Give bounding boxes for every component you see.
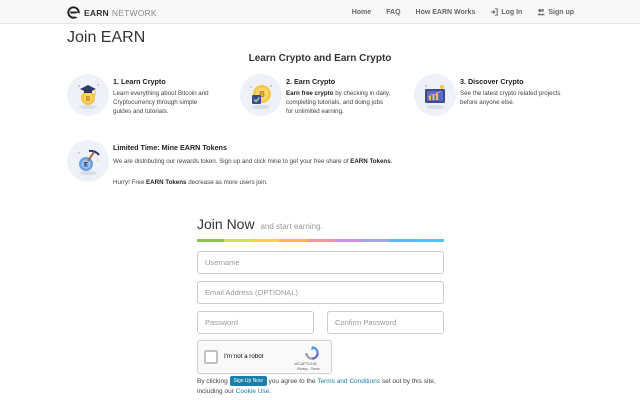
terms-line1: By clicking Sign Up Now you agree to the… <box>197 376 457 387</box>
terms-notice: By clicking Sign Up Now you agree to the… <box>197 376 457 397</box>
feature-discover-desc: See the latest crypto related projects b… <box>460 89 560 107</box>
feature-learn-desc: Learn everything about Bitcoin and Crypt… <box>113 89 209 116</box>
terms-mid: you agree to the <box>266 378 318 385</box>
terms-pre: By clicking <box>197 378 230 385</box>
feature-earn-desc-line2: completing tutorials, and doing jobs <box>286 99 383 106</box>
rainbow-segment <box>279 239 307 242</box>
feature-learn-desc-line2: Cryptocurrency through simple <box>113 99 198 106</box>
pickaxe-coin-icon: E <box>78 149 100 175</box>
feature-earn-desc-line1: Earn free crypto by checking in daily, <box>286 89 390 98</box>
rainbow-segment <box>224 239 252 242</box>
mine-line1-post: . <box>390 158 393 165</box>
terms-line2: including our Cookie Use. <box>197 387 457 397</box>
mine-line1-pre: We are distributing our rewards token. S… <box>113 158 351 165</box>
mine-line2: Hurry! Free EARN Tokens decrease as more… <box>113 179 268 186</box>
rainbow-segment <box>251 239 280 242</box>
nav-faq-label: FAQ <box>386 8 401 16</box>
feature-learn-crypto: B 1. Learn Crypto Learn everything about… <box>67 74 237 122</box>
mine-title: Limited Time: Mine EARN Tokens <box>113 143 227 152</box>
nav-signup-label: Sign up <box>548 8 574 16</box>
recaptcha-widget: I'm not a robot reCAPTCHA Privacy - Term… <box>197 340 332 374</box>
sign-up-now-button[interactable]: Sign Up Now <box>229 376 267 386</box>
feature-discover-desc-line2: before anyone else. <box>460 99 515 106</box>
earn-logo-icon <box>67 6 80 19</box>
chart-monitor-icon <box>425 85 445 109</box>
terms-line2-pre: including our <box>197 388 236 395</box>
join-heading-text: Join Now <box>197 216 255 232</box>
login-icon <box>491 8 499 16</box>
cookie-use-link[interactable]: Cookie Use <box>236 388 270 395</box>
feature-earn-desc-line1-rest: by checking in daily, <box>333 90 391 97</box>
svg-text:E: E <box>84 161 88 169</box>
users-icon <box>537 8 546 16</box>
feature-discover-desc-line1: See the latest crypto related projects <box>460 90 561 97</box>
join-subheading: and start earning. <box>260 222 323 231</box>
nav-home-label: Home <box>351 8 372 16</box>
graduate-coin-icon: B <box>78 84 99 109</box>
nav-home-link[interactable]: Home <box>352 9 371 16</box>
mine-line1-bold: EARN Tokens <box>350 158 391 165</box>
top-navbar: EARN NETWORK Home FAQ How EARN Works Log… <box>0 0 640 24</box>
feature-earn-desc: Earn free crypto by checking in daily, c… <box>286 89 390 116</box>
recaptcha-checkbox[interactable] <box>204 350 218 364</box>
feature-earn-title: 2. Earn Crypto <box>286 77 336 86</box>
rainbow-segment <box>306 239 335 242</box>
email-input[interactable] <box>197 281 444 304</box>
mine-earn-tokens: E Limited Time: Mine EARN Tokens We are … <box>67 140 467 190</box>
feature-discover-icon-wrap <box>414 74 456 116</box>
recaptcha-label: I'm not a robot <box>224 353 264 360</box>
rainbow-segment <box>361 239 390 242</box>
recaptcha-terms[interactable]: Privacy - Terms <box>297 367 320 371</box>
terms-and-conditions-link[interactable]: Terms and Conditions <box>317 378 380 385</box>
feature-discover-crypto: 3. Discover Crypto See the latest crypto… <box>414 74 584 122</box>
confirm-password-input[interactable] <box>327 311 444 334</box>
coin-checkbox-icon: B <box>250 85 272 109</box>
brand-name-earn: EARN <box>84 7 109 18</box>
nav-signup-link[interactable]: Sign up <box>537 8 574 16</box>
recaptcha-logo-icon <box>305 346 319 360</box>
rainbow-segment <box>197 239 225 242</box>
feature-learn-desc-line3: guides and tutorials. <box>113 108 169 115</box>
section-heading: Learn Crypto and Earn Crypto <box>248 53 392 64</box>
feature-earn-desc-line3: for unlimited earning. <box>286 108 344 115</box>
mine-line1: We are distributing our rewards token. S… <box>113 158 392 165</box>
nav-faq-link[interactable]: FAQ <box>386 9 400 16</box>
feature-learn-desc-line1: Learn everything about Bitcoin and <box>113 90 209 97</box>
nav-how-label: How EARN Works <box>415 8 476 16</box>
join-heading: Join Now and start earning. <box>197 216 323 232</box>
page-title: Join EARN <box>67 29 146 46</box>
username-input[interactable] <box>197 251 444 274</box>
rainbow-segment <box>334 239 362 242</box>
feature-earn-crypto: B 2. Earn Crypto Earn free crypto by che… <box>240 74 410 122</box>
rainbow-segment <box>416 239 444 242</box>
password-input[interactable] <box>197 311 314 334</box>
terms-line2-post: . <box>269 388 272 395</box>
mine-icon-wrap: E <box>67 140 109 182</box>
rainbow-divider <box>197 239 444 242</box>
feature-earn-desc-bold: Earn free crypto <box>286 90 334 97</box>
brand-name-network: NETWORK <box>111 7 157 18</box>
terms-post: set out by this site, <box>380 378 436 385</box>
brand-logo-link[interactable]: EARN NETWORK <box>67 6 157 19</box>
nav-links: Home FAQ How EARN Works Log In Sign up <box>337 0 574 24</box>
nav-how-earn-works-link[interactable]: How EARN Works <box>416 9 476 16</box>
mine-line2-bold: EARN Tokens <box>146 179 187 186</box>
nav-login-label: Log In <box>501 8 523 16</box>
mine-line2-pre: Hurry! Free <box>113 179 147 186</box>
nav-login-link[interactable]: Log In <box>490 8 522 16</box>
svg-text:B: B <box>85 95 90 103</box>
feature-learn-title: 1. Learn Crypto <box>113 77 166 86</box>
recaptcha-brand: reCAPTCHA <box>294 361 317 366</box>
mine-line2-post: decrease as more users join. <box>186 179 268 186</box>
rainbow-segment <box>389 239 417 242</box>
feature-discover-title: 3. Discover Crypto <box>460 77 524 86</box>
feature-learn-icon-wrap: B <box>67 74 109 116</box>
feature-earn-icon-wrap: B <box>240 74 282 116</box>
